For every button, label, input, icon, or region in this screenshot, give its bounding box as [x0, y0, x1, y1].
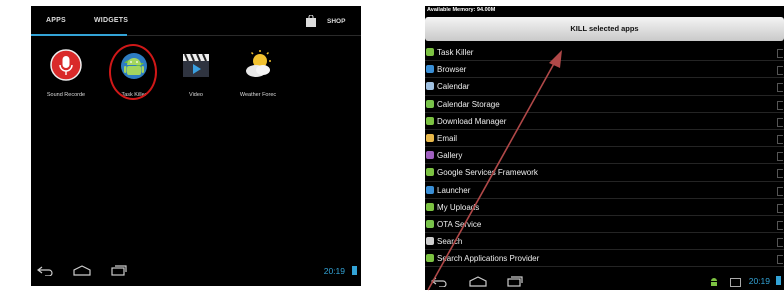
running-apps-list: Task Killer Browser Calendar Calendar Stora… — [425, 44, 784, 268]
app-list-row[interactable]: Download Manager — [425, 113, 784, 130]
app-checkbox[interactable] — [777, 220, 783, 230]
app-icon — [426, 116, 434, 125]
app-drawer-screen: APPS WIDGETS SHOP Sound Recorde Task Kil… — [31, 6, 361, 286]
app-list-row[interactable]: Browser — [425, 61, 784, 79]
app-icon — [426, 219, 434, 228]
app-icon — [426, 185, 434, 194]
battery-icon — [776, 276, 781, 285]
app-list-row[interactable]: Gallery — [425, 147, 784, 165]
app-icon — [426, 133, 434, 142]
status-clock: 20:19 — [323, 266, 345, 276]
app-list-row[interactable]: Calendar — [425, 78, 784, 96]
app-icon — [426, 99, 434, 108]
app-list-row[interactable]: Calendar Storage — [425, 96, 784, 113]
app-checkbox[interactable] — [777, 169, 783, 179]
app-icon — [426, 151, 434, 160]
app-checkbox[interactable] — [777, 186, 783, 196]
back-icon[interactable] — [37, 266, 53, 276]
app-checkbox[interactable] — [777, 100, 783, 110]
app-icon — [426, 82, 434, 91]
app-weather-forecast[interactable]: Weather Forec — [228, 49, 288, 98]
app-checkbox[interactable] — [777, 152, 783, 162]
recent-apps-icon[interactable] — [507, 276, 523, 287]
app-name: Launcher — [437, 185, 471, 195]
app-list-row[interactable]: My Uploads — [425, 199, 784, 216]
shop-label[interactable]: SHOP — [327, 18, 345, 25]
app-label: Weather Forec — [239, 92, 277, 98]
android-notification-icon — [711, 278, 717, 286]
app-list-row[interactable]: OTA Service — [425, 216, 784, 234]
tab-divider — [127, 35, 361, 36]
app-name: Calendar Storage — [437, 99, 500, 109]
home-icon[interactable] — [73, 265, 91, 276]
app-sound-recorder[interactable]: Sound Recorde — [36, 49, 96, 98]
screenshot-notification-icon — [730, 278, 741, 287]
app-checkbox[interactable] — [777, 238, 783, 248]
app-name: Gallery — [437, 151, 463, 161]
app-label: Sound Recorde — [46, 92, 86, 98]
app-list-row[interactable]: Launcher — [425, 182, 784, 199]
available-memory: Available Memory: 94.00M — [427, 7, 496, 13]
app-name: Google Services Framework — [437, 168, 538, 178]
app-name: Task Killer — [437, 48, 474, 57]
status-clock: 20:19 — [748, 276, 770, 286]
app-name: OTA Service — [437, 219, 482, 229]
back-icon[interactable] — [431, 277, 447, 287]
task-killer-screen: Available Memory: 94.00M KILL selected a… — [425, 6, 784, 290]
app-name: Browser — [437, 65, 467, 75]
active-tab-indicator — [31, 34, 127, 36]
app-icon — [426, 65, 434, 74]
clapperboard-icon — [183, 53, 209, 77]
home-icon[interactable] — [469, 276, 487, 287]
app-icon — [426, 237, 434, 246]
battery-icon — [352, 266, 357, 275]
app-name: My Uploads — [437, 202, 480, 212]
app-name: Search Applications Provider — [437, 254, 540, 264]
app-list-row[interactable]: Task Killer — [425, 44, 784, 62]
app-icon — [426, 202, 434, 211]
weather-icon — [246, 50, 271, 77]
app-checkbox[interactable] — [777, 134, 783, 144]
microphone-icon — [50, 49, 82, 81]
app-checkbox[interactable] — [777, 203, 783, 213]
app-checkbox[interactable] — [777, 117, 783, 127]
app-checkbox[interactable] — [777, 49, 783, 58]
app-video[interactable]: Video — [166, 49, 226, 98]
app-name: Email — [437, 133, 458, 143]
app-list-row[interactable]: Email — [425, 130, 784, 148]
shopping-bag-icon[interactable] — [306, 15, 316, 27]
tab-widgets[interactable]: WIDGETS — [94, 17, 128, 24]
app-icon — [426, 48, 434, 56]
app-checkbox[interactable] — [777, 255, 783, 265]
app-icon — [426, 254, 434, 263]
tab-apps[interactable]: APPS — [46, 17, 66, 24]
app-icon — [426, 168, 434, 177]
app-checkbox[interactable] — [777, 66, 783, 76]
app-list-row[interactable]: Search Applications Provider — [425, 250, 784, 268]
app-name: Search — [437, 237, 463, 247]
recent-apps-icon[interactable] — [111, 265, 127, 276]
app-label: Video — [189, 92, 203, 98]
app-list-row[interactable]: Google Services Framework — [425, 164, 784, 182]
app-name: Calendar — [437, 82, 470, 92]
kill-selected-apps-button[interactable]: KILL selected apps — [425, 17, 784, 41]
app-list-row[interactable]: Search — [425, 233, 784, 251]
highlight-circle — [109, 44, 157, 100]
app-name: Download Manager — [437, 116, 507, 126]
app-checkbox[interactable] — [777, 83, 783, 93]
